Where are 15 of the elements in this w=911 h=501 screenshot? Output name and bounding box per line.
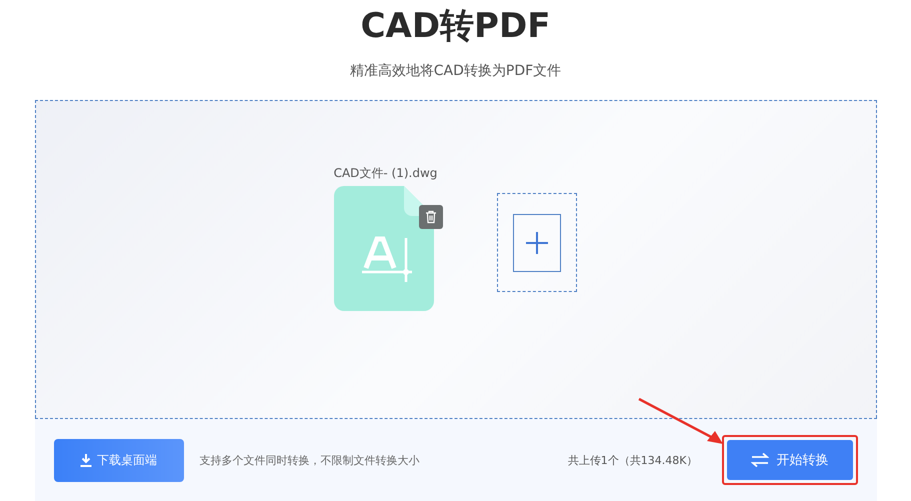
add-file-button[interactable]: [497, 193, 578, 292]
plus-icon: [526, 232, 548, 254]
page-title: CAD转PDF: [360, 5, 550, 48]
trash-icon: [424, 210, 438, 224]
upload-summary: 共上传1个（共134.48K）: [568, 452, 698, 468]
download-icon: [80, 454, 92, 466]
download-desktop-button[interactable]: 下载桌面端: [54, 438, 184, 482]
delete-button[interactable]: [418, 205, 443, 229]
hint-text: 支持多个文件同时转换，不限制文件转换大小: [200, 452, 420, 468]
file-name: CAD文件- (1).dwg: [334, 165, 438, 182]
start-convert-button[interactable]: 开始转换: [726, 440, 852, 480]
cad-file-icon: [334, 186, 434, 311]
swap-arrows-icon: [750, 453, 768, 467]
drop-zone[interactable]: CAD文件- (1).dwg: [34, 100, 876, 418]
page-subtitle: 精准高效地将CAD转换为PDF文件: [350, 62, 562, 80]
